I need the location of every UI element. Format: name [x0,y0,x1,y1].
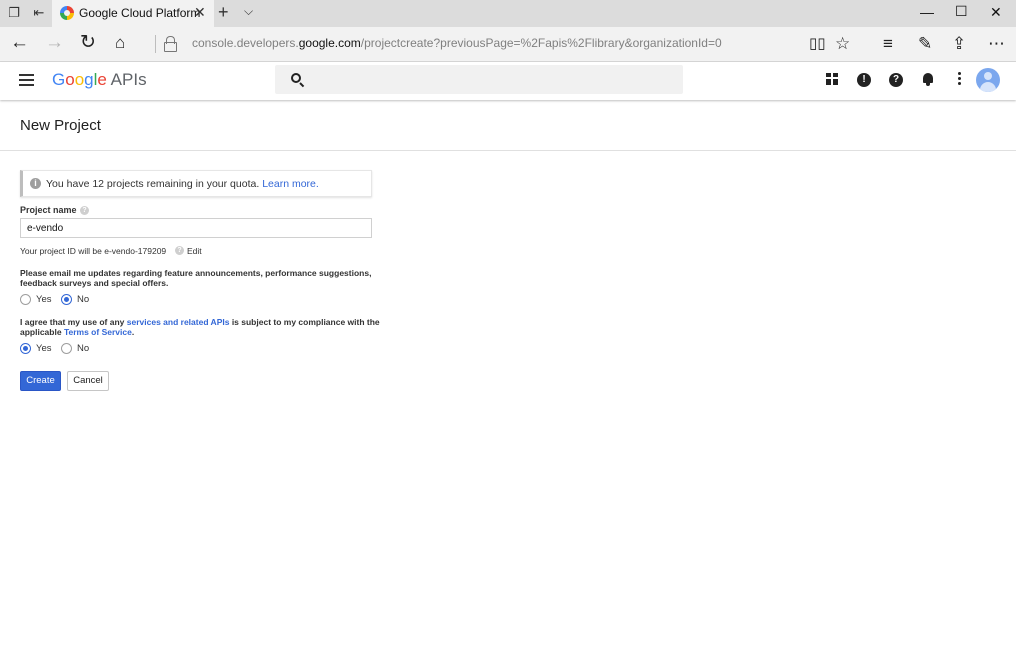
page-header: New Project [0,100,1016,151]
close-window-icon[interactable]: ✕ [990,4,1002,21]
feedback-icon[interactable]: ! [857,73,871,87]
menu-icon[interactable] [19,74,34,86]
create-button[interactable]: Create [20,371,61,391]
help-icon[interactable]: ? [889,73,903,87]
terms-yes-label[interactable]: Yes [36,343,52,354]
info-icon: i [30,178,41,189]
browser-tab[interactable]: Google Cloud Platform ✕ [52,0,214,27]
tab-preview-icon[interactable]: ⌵ [244,4,253,19]
address-bar: ← → ↻ ⌂ console.developers.google.com/pr… [0,27,1016,62]
favorite-star-icon[interactable]: ☆ [835,34,850,54]
tab-actions-icon[interactable]: ❐ [7,6,21,20]
url-field[interactable]: console.developers.google.com/projectcre… [192,36,722,50]
refresh-icon[interactable]: ↻ [80,33,96,53]
gcp-favicon [60,6,74,20]
cancel-button[interactable]: Cancel [67,371,109,391]
terms-no-label[interactable]: No [77,343,89,354]
address-divider [155,35,156,53]
search-input[interactable] [311,69,671,90]
avatar[interactable] [976,68,1000,92]
url-path: /projectcreate?previousPage=%2Fapis%2Fli… [360,36,722,50]
reading-view-icon[interactable]: ▯▯ [809,34,826,54]
app-header: Google APIs ! ? [0,62,1016,100]
project-name-help-icon[interactable]: ? [80,206,89,215]
search-bar[interactable] [275,65,683,94]
project-id-text: Your project ID will be e-vendo-179209 [20,246,167,256]
learn-more-link[interactable]: Learn more. [262,178,319,190]
web-note-icon[interactable]: ✎ [918,34,932,54]
email-no-radio[interactable] [61,294,72,305]
tab-title: Google Cloud Platform [79,6,201,20]
lock-icon[interactable] [164,36,177,52]
close-tab-icon[interactable]: ✕ [194,4,206,21]
edit-project-id-link[interactable]: Edit [187,246,202,256]
email-updates-question: Please email me updates regarding featur… [20,268,372,288]
set-aside-tabs-icon[interactable]: ⇤ [32,6,46,20]
minimize-icon[interactable]: — [920,4,934,20]
more-icon[interactable]: ⋯ [988,34,1005,54]
google-apis-logo[interactable]: Google APIs [52,70,147,90]
share-icon[interactable]: ⇪ [952,34,966,54]
project-name-input[interactable] [20,218,372,238]
terms-of-service-link[interactable]: Terms of Service [64,327,132,337]
quota-message: You have 12 projects remaining in your q… [46,178,260,190]
forward-icon[interactable]: → [45,33,64,53]
services-apis-link[interactable]: services and related APIs [127,317,230,327]
quota-text: You have 12 projects remaining in your q… [46,178,319,190]
page-title: New Project [20,117,101,134]
terms-agreement-text: I agree that my use of any services and … [20,317,380,337]
terms-no-radio[interactable] [61,343,72,354]
hub-icon[interactable]: ≡ [883,34,893,54]
browser-titlebar: ❐ ⇤ Google Cloud Platform ✕ + ⌵ — ☐ ✕ [0,0,1016,27]
email-updates-radio-group: Yes No [20,294,100,306]
email-no-label[interactable]: No [77,294,89,305]
url-prefix: console.developers. [192,36,299,50]
more-vert-icon[interactable] [958,72,961,86]
gift-icon[interactable] [826,73,838,85]
quota-notice: i You have 12 projects remaining in your… [20,170,372,197]
tos-text-3: . [131,327,135,337]
search-icon[interactable] [291,73,301,83]
tos-text-1: I agree that my use of any [20,317,127,327]
project-name-label: Project name [20,205,77,215]
terms-yes-radio[interactable] [20,343,31,354]
new-tab-icon[interactable]: + [218,2,229,23]
home-icon[interactable]: ⌂ [115,33,125,53]
url-domain: google.com [298,36,361,50]
maximize-icon[interactable]: ☐ [955,3,968,20]
email-yes-label[interactable]: Yes [36,294,52,305]
notifications-icon[interactable] [922,73,934,86]
email-yes-radio[interactable] [20,294,31,305]
terms-radio-group: Yes No [20,343,100,355]
back-icon[interactable]: ← [10,33,29,53]
project-id-help-icon[interactable]: ? [175,246,184,255]
